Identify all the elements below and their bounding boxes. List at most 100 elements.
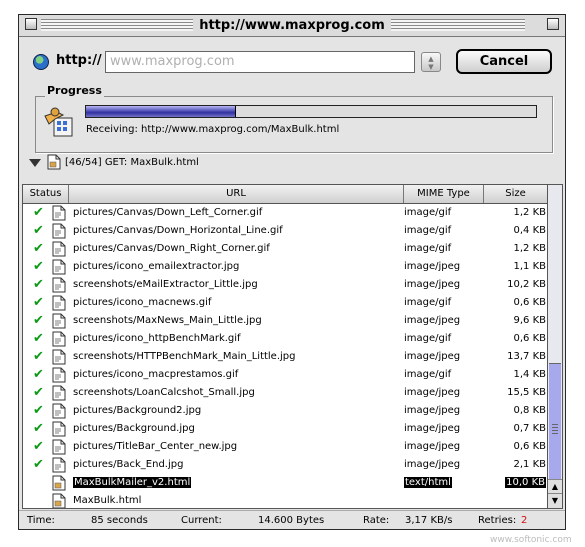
row-url: pictures/Canvas/Down_Horizontal_Line.gif	[73, 225, 283, 236]
url-input[interactable]: www.maxprog.com	[105, 51, 415, 73]
row-url: screenshots/LoanCalcshot_Small.jpg	[73, 387, 255, 398]
scroll-up-arrow[interactable]: ▲	[548, 479, 562, 494]
row-mime: image/gif	[404, 243, 452, 254]
table-row[interactable]: ✔ pictures/Canvas/Down_Right_Corner.gif im…	[23, 240, 549, 258]
table-row[interactable]: ✔ pictures/icono_macnews.gif image/gif 0,6 …	[23, 294, 549, 312]
table-row[interactable]: ✔ screenshots/eMailExtractor_Little.jpg im…	[23, 276, 549, 294]
table-row[interactable]: ✔ pictures/Background.jpg image/jpeg 0,7 KB	[23, 420, 549, 438]
checkmark-icon: ✔	[33, 331, 44, 346]
progress-label: Progress	[45, 84, 104, 97]
table-row[interactable]: ✔ pictures/icono_httpBenchMark.gif image/g…	[23, 330, 549, 348]
retries-value: 2	[521, 515, 528, 526]
table-row[interactable]: ✔ pictures/TitleBar_Center_new.jpg image/j…	[23, 438, 549, 456]
row-url: pictures/icono_macprestamos.gif	[73, 369, 239, 380]
rate-value: 3,17 KB/s	[405, 515, 453, 526]
table-row[interactable]: ✔ pictures/icono_emailextractor.jpg image/…	[23, 258, 549, 276]
row-size: 0,7 KB	[513, 423, 547, 434]
cancel-button[interactable]: Cancel	[456, 49, 552, 74]
column-mime[interactable]: MIME Type	[404, 185, 484, 203]
table-row[interactable]: ✔ pictures/Back_End.jpg image/jpeg 2,1 KB	[23, 456, 549, 474]
row-size: 1,2 KB	[513, 243, 547, 254]
scroll-down-arrow[interactable]: ▼	[548, 493, 562, 508]
current-label: Current:	[181, 515, 222, 526]
receiving-text: Receiving: http://www.maxprog.com/MaxBul…	[86, 124, 340, 135]
row-url: pictures/Background.jpg	[73, 423, 195, 434]
globe-icon	[33, 54, 49, 70]
watermark: www.softonic.com	[490, 535, 572, 545]
row-size: 9,6 KB	[513, 315, 547, 326]
table-row[interactable]: ✔ pictures/Background2.jpg image/jpeg 0,8 K…	[23, 402, 549, 420]
zoom-box-icon[interactable]	[547, 18, 559, 30]
process-icon	[44, 107, 73, 137]
row-mime: image/jpeg	[404, 351, 461, 362]
download-table: Status URL MIME Type Size ✔ pictures/Canv…	[22, 184, 550, 509]
row-url: MaxBulk.html	[73, 495, 142, 506]
checkmark-icon: ✔	[33, 421, 44, 436]
vertical-scrollbar[interactable]: ▲ ▼	[547, 184, 563, 509]
row-mime: image/jpeg	[404, 261, 461, 272]
row-size: 0,6 KB	[513, 441, 547, 452]
scroll-grip	[552, 424, 558, 436]
table-row[interactable]: ✔ pictures/icono_macprestamos.gif image/gi…	[23, 366, 549, 384]
rate-label: Rate:	[363, 515, 390, 526]
row-url: pictures/icono_emailextractor.jpg	[73, 261, 240, 272]
row-mime: text/html	[404, 477, 452, 488]
protocol-label: http://	[56, 53, 102, 68]
title-bar[interactable]: http://www.maxprog.com	[19, 15, 565, 37]
table-row[interactable]: ✔ screenshots/LoanCalcshot_Small.jpg image…	[23, 384, 549, 402]
checkmark-icon: ✔	[33, 241, 44, 256]
row-size: 1,2 KB	[513, 207, 547, 218]
row-mime: image/gif	[404, 207, 452, 218]
row-size: 13,7 KB	[507, 351, 546, 362]
document-icon	[52, 493, 66, 508]
table-row[interactable]: ✔ screenshots/HTTPBenchMark_Main_Little.j…	[23, 348, 549, 366]
row-size: 0,6 KB	[513, 333, 547, 344]
checkmark-icon: ✔	[33, 313, 44, 328]
table-row[interactable]: ✔ screenshots/MaxNews_Main_Little.jpg imag…	[23, 312, 549, 330]
row-mime: image/jpeg	[404, 279, 461, 290]
checkmark-icon: ✔	[33, 349, 44, 364]
column-size[interactable]: Size	[484, 185, 548, 203]
checkmark-icon: ✔	[33, 205, 44, 220]
table-row[interactable]: MaxBulkMailer_v2.html text/html 10,0 KB	[23, 474, 549, 492]
checkmark-icon: ✔	[33, 223, 44, 238]
progress-bar	[85, 105, 537, 118]
disclosure-triangle-icon[interactable]	[29, 159, 41, 167]
status-footer: Time: 85 seconds Current: 14.600 Bytes R…	[19, 510, 565, 531]
table-rows: ✔ pictures/Canvas/Down_Left_Corner.gif ima…	[23, 204, 549, 508]
column-url[interactable]: URL	[69, 185, 404, 203]
checkmark-icon: ✔	[33, 277, 44, 292]
table-row[interactable]: MaxBulk.html	[23, 492, 549, 508]
time-label: Time:	[27, 515, 55, 526]
table-header: Status URL MIME Type Size	[23, 185, 548, 204]
row-mime: image/gif	[404, 297, 452, 308]
row-size: 10,2 KB	[507, 279, 546, 290]
table-row[interactable]: ✔ pictures/Canvas/Down_Horizontal_Line.gi…	[23, 222, 549, 240]
row-url: MaxBulkMailer_v2.html	[73, 477, 192, 488]
row-size: 0,6 KB	[513, 297, 547, 308]
checkmark-icon: ✔	[33, 367, 44, 382]
row-size: 1,4 KB	[513, 369, 547, 380]
row-url: pictures/Background2.jpg	[73, 405, 202, 416]
checkmark-icon: ✔	[33, 439, 44, 454]
row-mime: image/jpeg	[404, 387, 461, 398]
row-size: 10,0 KB	[505, 477, 546, 488]
row-mime: image/jpeg	[404, 315, 461, 326]
row-size: 1,1 KB	[513, 261, 547, 272]
current-request: [46/54] GET: MaxBulk.html	[65, 157, 199, 168]
request-counter: [46/54]	[65, 157, 102, 168]
row-url: screenshots/eMailExtractor_Little.jpg	[73, 279, 258, 290]
row-mime: image/jpeg	[404, 423, 461, 434]
row-url: pictures/Canvas/Down_Left_Corner.gif	[73, 207, 263, 218]
row-size: 15,5 KB	[507, 387, 546, 398]
table-row[interactable]: ✔ pictures/Canvas/Down_Left_Corner.gif ima…	[23, 204, 549, 222]
checkmark-icon: ✔	[33, 385, 44, 400]
row-url: screenshots/MaxNews_Main_Little.jpg	[73, 315, 262, 326]
row-mime: image/gif	[404, 369, 452, 380]
checkmark-icon: ✔	[33, 457, 44, 472]
row-mime: image/jpeg	[404, 441, 461, 452]
row-url: pictures/Canvas/Down_Right_Corner.gif	[73, 243, 270, 254]
column-status[interactable]: Status	[23, 185, 69, 203]
url-stepper[interactable]: ▲ ▼	[421, 52, 441, 72]
window-title: http://www.maxprog.com	[19, 18, 565, 33]
